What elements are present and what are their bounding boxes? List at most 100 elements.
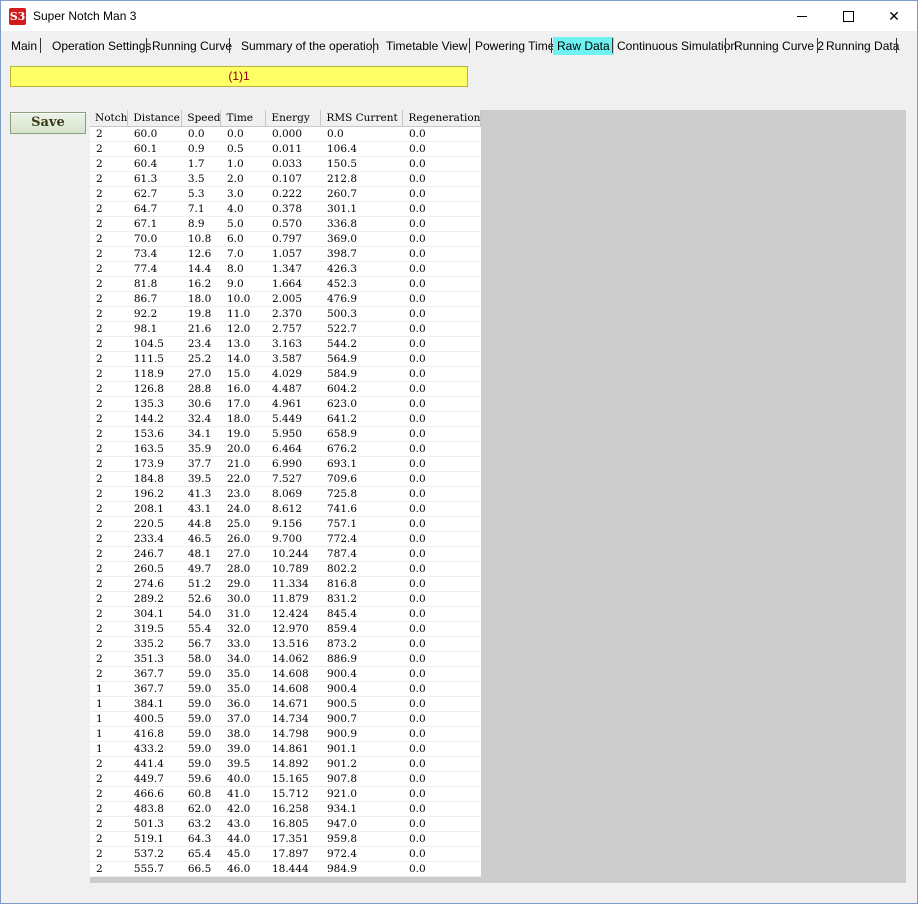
table-row[interactable]: 2 67.1 8.9 5.0 0.570 336.8 0.0 [90, 216, 481, 232]
rms-current-cell[interactable]: 584.9 [320, 366, 403, 382]
energy-cell[interactable]: 9.700 [265, 531, 321, 547]
rms-current-cell[interactable]: 641.2 [320, 411, 403, 427]
speed-cell[interactable]: 59.6 [181, 771, 221, 787]
regeneration-cell[interactable]: 0.0 [402, 816, 481, 832]
table-row[interactable]: 1 416.8 59.0 38.0 14.798 900.9 0.0 [90, 726, 481, 742]
energy-cell[interactable]: 14.062 [265, 651, 321, 667]
table-row[interactable]: 1 433.2 59.0 39.0 14.861 901.1 0.0 [90, 741, 481, 757]
distance-cell[interactable]: 208.1 [127, 501, 182, 517]
notch-cell[interactable]: 2 [90, 201, 128, 217]
distance-cell[interactable]: 501.3 [127, 816, 182, 832]
energy-cell[interactable]: 2.005 [265, 291, 321, 307]
notch-cell[interactable]: 1 [90, 741, 128, 757]
table-row[interactable]: 2 73.4 12.6 7.0 1.057 398.7 0.0 [90, 246, 481, 262]
regeneration-cell[interactable]: 0.0 [402, 546, 481, 562]
distance-cell[interactable]: 173.9 [127, 456, 182, 472]
table-row[interactable]: 2 537.2 65.4 45.0 17.897 972.4 0.0 [90, 846, 481, 862]
time-cell[interactable]: 8.0 [220, 261, 266, 277]
speed-cell[interactable]: 19.8 [181, 306, 221, 322]
regeneration-cell[interactable]: 0.0 [402, 696, 481, 712]
distance-cell[interactable]: 246.7 [127, 546, 182, 562]
regeneration-cell[interactable]: 0.0 [402, 801, 481, 817]
notch-cell[interactable]: 2 [90, 396, 128, 412]
notch-cell[interactable]: 2 [90, 621, 128, 637]
time-cell[interactable]: 41.0 [220, 786, 266, 802]
rms-current-cell[interactable]: 984.9 [320, 861, 403, 877]
notch-cell[interactable]: 2 [90, 756, 128, 772]
rms-current-cell[interactable]: 921.0 [320, 786, 403, 802]
rms-current-cell[interactable]: 260.7 [320, 186, 403, 202]
regeneration-cell[interactable]: 0.0 [402, 321, 481, 337]
notch-cell[interactable]: 2 [90, 156, 128, 172]
time-cell[interactable]: 21.0 [220, 456, 266, 472]
distance-cell[interactable]: 367.7 [127, 666, 182, 682]
regeneration-cell[interactable]: 0.0 [402, 501, 481, 517]
time-cell[interactable]: 24.0 [220, 501, 266, 517]
rms-current-cell[interactable]: 369.0 [320, 231, 403, 247]
speed-cell[interactable]: 51.2 [181, 576, 221, 592]
distance-cell[interactable]: 384.1 [127, 696, 182, 712]
energy-cell[interactable]: 14.892 [265, 756, 321, 772]
time-cell[interactable]: 39.5 [220, 756, 266, 772]
regeneration-cell[interactable]: 0.0 [402, 171, 481, 187]
notch-cell[interactable]: 2 [90, 636, 128, 652]
speed-cell[interactable]: 32.4 [181, 411, 221, 427]
speed-cell[interactable]: 28.8 [181, 381, 221, 397]
speed-cell[interactable]: 56.7 [181, 636, 221, 652]
distance-cell[interactable]: 196.2 [127, 486, 182, 502]
distance-cell[interactable]: 274.6 [127, 576, 182, 592]
energy-cell[interactable]: 17.351 [265, 831, 321, 847]
rms-current-cell[interactable]: 544.2 [320, 336, 403, 352]
regeneration-cell[interactable]: 0.0 [402, 261, 481, 277]
column-header-rms-current[interactable]: RMS Current [320, 110, 404, 127]
energy-cell[interactable]: 14.798 [265, 726, 321, 742]
regeneration-cell[interactable]: 0.0 [402, 831, 481, 847]
speed-cell[interactable]: 37.7 [181, 456, 221, 472]
notch-cell[interactable]: 2 [90, 531, 128, 547]
distance-cell[interactable]: 111.5 [127, 351, 182, 367]
table-row[interactable]: 2 60.4 1.7 1.0 0.033 150.5 0.0 [90, 156, 481, 172]
notch-cell[interactable]: 1 [90, 726, 128, 742]
time-cell[interactable]: 42.0 [220, 801, 266, 817]
speed-cell[interactable]: 55.4 [181, 621, 221, 637]
distance-cell[interactable]: 537.2 [127, 846, 182, 862]
speed-cell[interactable]: 39.5 [181, 471, 221, 487]
notch-cell[interactable]: 2 [90, 291, 128, 307]
rms-current-cell[interactable]: 604.2 [320, 381, 403, 397]
table-row[interactable]: 2 208.1 43.1 24.0 8.612 741.6 0.0 [90, 501, 481, 517]
time-cell[interactable]: 34.0 [220, 651, 266, 667]
distance-cell[interactable]: 60.0 [127, 126, 182, 142]
tab-summary[interactable]: Summary of the operation [241, 37, 379, 55]
speed-cell[interactable]: 59.0 [181, 726, 221, 742]
energy-cell[interactable]: 14.608 [265, 666, 321, 682]
energy-cell[interactable]: 17.897 [265, 846, 321, 862]
table-row[interactable]: 2 60.1 0.9 0.5 0.011 106.4 0.0 [90, 141, 481, 157]
energy-cell[interactable]: 1.347 [265, 261, 321, 277]
time-cell[interactable]: 0.5 [220, 141, 266, 157]
rms-current-cell[interactable]: 859.4 [320, 621, 403, 637]
distance-cell[interactable]: 118.9 [127, 366, 182, 382]
time-cell[interactable]: 1.0 [220, 156, 266, 172]
distance-cell[interactable]: 433.2 [127, 741, 182, 757]
regeneration-cell[interactable]: 0.0 [402, 246, 481, 262]
notch-cell[interactable]: 2 [90, 321, 128, 337]
time-cell[interactable]: 46.0 [220, 861, 266, 877]
table-row[interactable]: 2 173.9 37.7 21.0 6.990 693.1 0.0 [90, 456, 481, 472]
notch-cell[interactable]: 2 [90, 801, 128, 817]
speed-cell[interactable]: 41.3 [181, 486, 221, 502]
tab-powering-time[interactable]: Powering Time [475, 37, 554, 55]
distance-cell[interactable]: 335.2 [127, 636, 182, 652]
energy-cell[interactable]: 5.950 [265, 426, 321, 442]
speed-cell[interactable]: 46.5 [181, 531, 221, 547]
regeneration-cell[interactable]: 0.0 [402, 861, 481, 877]
regeneration-cell[interactable]: 0.0 [402, 651, 481, 667]
speed-cell[interactable]: 21.6 [181, 321, 221, 337]
energy-cell[interactable]: 12.970 [265, 621, 321, 637]
regeneration-cell[interactable]: 0.0 [402, 336, 481, 352]
table-row[interactable]: 2 367.7 59.0 35.0 14.608 900.4 0.0 [90, 666, 481, 682]
time-cell[interactable]: 16.0 [220, 381, 266, 397]
table-row[interactable]: 2 335.2 56.7 33.0 13.516 873.2 0.0 [90, 636, 481, 652]
rms-current-cell[interactable]: 900.9 [320, 726, 403, 742]
energy-cell[interactable]: 8.612 [265, 501, 321, 517]
notch-cell[interactable]: 1 [90, 681, 128, 697]
